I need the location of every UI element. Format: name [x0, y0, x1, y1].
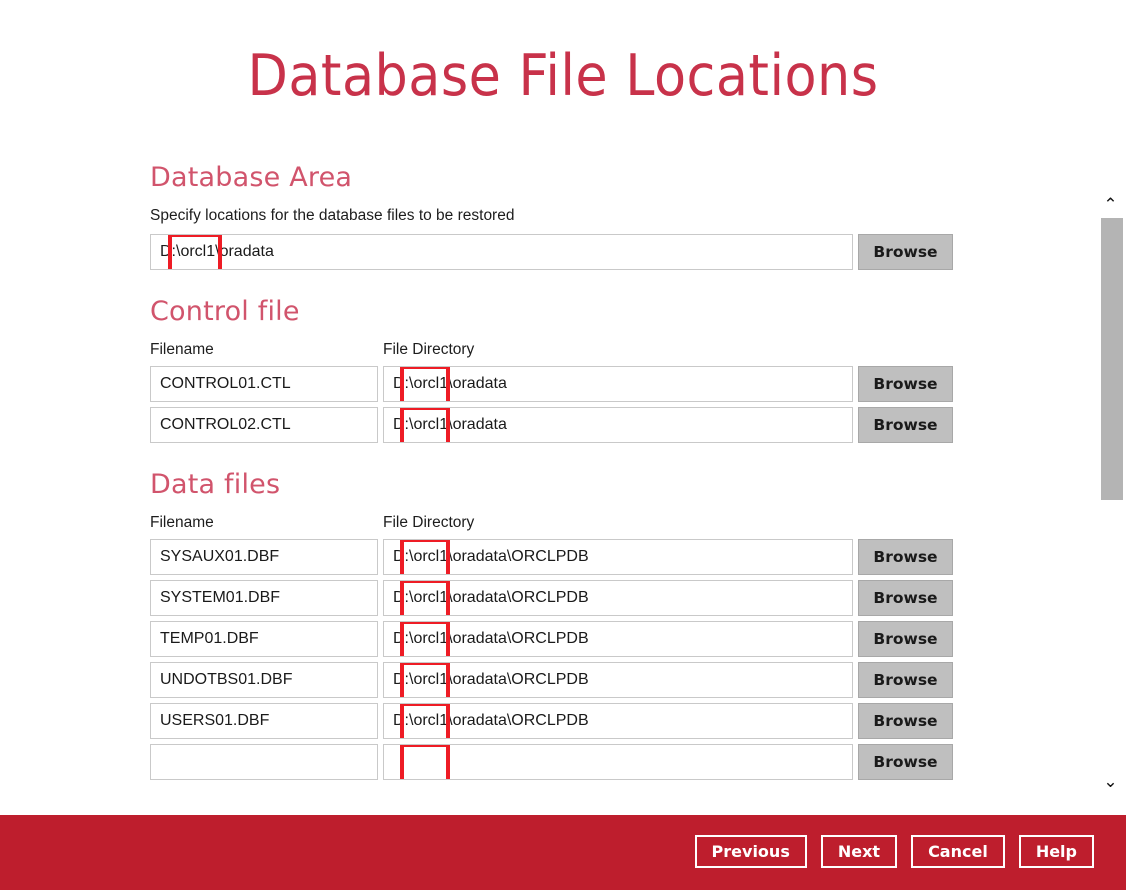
footer-bar: Previous Next Cancel Help: [0, 815, 1126, 890]
table-row: USERS01.DBF D:\orcl1\oradata\ORCLPDB Bro…: [150, 703, 1095, 739]
data-file-directory-input-2[interactable]: D:\orcl1\oradata\ORCLPDB: [383, 621, 853, 657]
data-file-browse-button-2[interactable]: Browse: [858, 621, 953, 657]
data-file-directory-value-2: D:\orcl1\oradata\ORCLPDB: [393, 630, 589, 647]
data-file-directory-input-4[interactable]: D:\orcl1\oradata\ORCLPDB: [383, 703, 853, 739]
control-file-browse-button-0[interactable]: Browse: [858, 366, 953, 402]
data-file-directory-value-0: D:\orcl1\oradata\ORCLPDB: [393, 548, 589, 565]
control-file-heading: Control file: [150, 296, 1095, 327]
control-file-directory-input-0[interactable]: D:\orcl1\oradata: [383, 366, 853, 402]
previous-button[interactable]: Previous: [695, 835, 807, 868]
control-file-directory-value-0: D:\orcl1\oradata: [393, 375, 507, 392]
data-files-heading: Data files: [150, 469, 1095, 500]
control-file-col-directory: File Directory: [383, 341, 474, 359]
data-file-directory-input-5[interactable]: [383, 744, 853, 780]
data-file-directory-value-3: D:\orcl1\oradata\ORCLPDB: [393, 671, 589, 688]
database-area-path-input[interactable]: D:\orcl1\oradata: [150, 234, 853, 270]
database-area-helper-text: Specify locations for the database files…: [150, 207, 1095, 225]
control-file-filename-input-0[interactable]: CONTROL01.CTL: [150, 366, 378, 402]
vertical-scrollbar[interactable]: ⌃ ⌄: [1095, 188, 1126, 815]
data-file-browse-button-5[interactable]: Browse: [858, 744, 953, 780]
cancel-button[interactable]: Cancel: [911, 835, 1005, 868]
data-files-col-directory: File Directory: [383, 514, 474, 532]
footer-button-group: Previous Next Cancel Help: [695, 835, 1094, 868]
scroll-down-icon[interactable]: ⌄: [1095, 771, 1126, 793]
data-file-filename-input-1[interactable]: SYSTEM01.DBF: [150, 580, 378, 616]
table-row: Browse: [150, 744, 1095, 780]
data-file-filename-input-4[interactable]: USERS01.DBF: [150, 703, 378, 739]
scroll-viewport: Database Area Specify locations for the …: [0, 150, 1095, 815]
database-area-path-value: D:\orcl1\oradata: [160, 243, 274, 260]
data-file-filename-input-3[interactable]: UNDOTBS01.DBF: [150, 662, 378, 698]
database-area-browse-button[interactable]: Browse: [858, 234, 953, 270]
data-file-filename-input-0[interactable]: SYSAUX01.DBF: [150, 539, 378, 575]
data-file-directory-input-1[interactable]: D:\orcl1\oradata\ORCLPDB: [383, 580, 853, 616]
table-row: SYSAUX01.DBF D:\orcl1\oradata\ORCLPDB Br…: [150, 539, 1095, 575]
database-area-heading: Database Area: [150, 162, 1095, 193]
control-file-directory-input-1[interactable]: D:\orcl1\oradata: [383, 407, 853, 443]
table-row: CONTROL02.CTL D:\orcl1\oradata Browse: [150, 407, 1095, 443]
section-data-files: Data files Filename File Directory SYSAU…: [150, 469, 1095, 780]
help-button[interactable]: Help: [1019, 835, 1094, 868]
table-row: UNDOTBS01.DBF D:\orcl1\oradata\ORCLPDB B…: [150, 662, 1095, 698]
scrollbar-thumb[interactable]: [1101, 218, 1123, 500]
data-file-browse-button-0[interactable]: Browse: [858, 539, 953, 575]
table-row: CONTROL01.CTL D:\orcl1\oradata Browse: [150, 366, 1095, 402]
data-file-filename-input-2[interactable]: TEMP01.DBF: [150, 621, 378, 657]
data-files-column-headers: Filename File Directory: [150, 514, 1095, 532]
form-content: Database Area Specify locations for the …: [0, 150, 1095, 780]
control-file-directory-value-1: D:\orcl1\oradata: [393, 416, 507, 433]
scroll-up-icon[interactable]: ⌃: [1095, 194, 1126, 216]
table-row: SYSTEM01.DBF D:\orcl1\oradata\ORCLPDB Br…: [150, 580, 1095, 616]
control-file-filename-input-1[interactable]: CONTROL02.CTL: [150, 407, 378, 443]
section-control-file: Control file Filename File Directory CON…: [150, 296, 1095, 443]
database-area-row: D:\orcl1\oradata Browse: [150, 234, 1095, 270]
data-file-browse-button-4[interactable]: Browse: [858, 703, 953, 739]
table-row: TEMP01.DBF D:\orcl1\oradata\ORCLPDB Brow…: [150, 621, 1095, 657]
data-file-filename-input-5[interactable]: [150, 744, 378, 780]
next-button[interactable]: Next: [821, 835, 897, 868]
data-file-directory-value-4: D:\orcl1\oradata\ORCLPDB: [393, 712, 589, 729]
section-database-area: Database Area Specify locations for the …: [150, 162, 1095, 270]
control-file-column-headers: Filename File Directory: [150, 341, 1095, 359]
data-file-directory-value-1: D:\orcl1\oradata\ORCLPDB: [393, 589, 589, 606]
data-files-col-filename: Filename: [150, 514, 383, 532]
data-file-browse-button-3[interactable]: Browse: [858, 662, 953, 698]
control-file-browse-button-1[interactable]: Browse: [858, 407, 953, 443]
page-title: Database File Locations: [45, 0, 1081, 105]
data-file-directory-input-3[interactable]: D:\orcl1\oradata\ORCLPDB: [383, 662, 853, 698]
highlight-box-orcl1: [400, 744, 450, 780]
data-file-directory-input-0[interactable]: D:\orcl1\oradata\ORCLPDB: [383, 539, 853, 575]
control-file-col-filename: Filename: [150, 341, 383, 359]
data-file-browse-button-1[interactable]: Browse: [858, 580, 953, 616]
